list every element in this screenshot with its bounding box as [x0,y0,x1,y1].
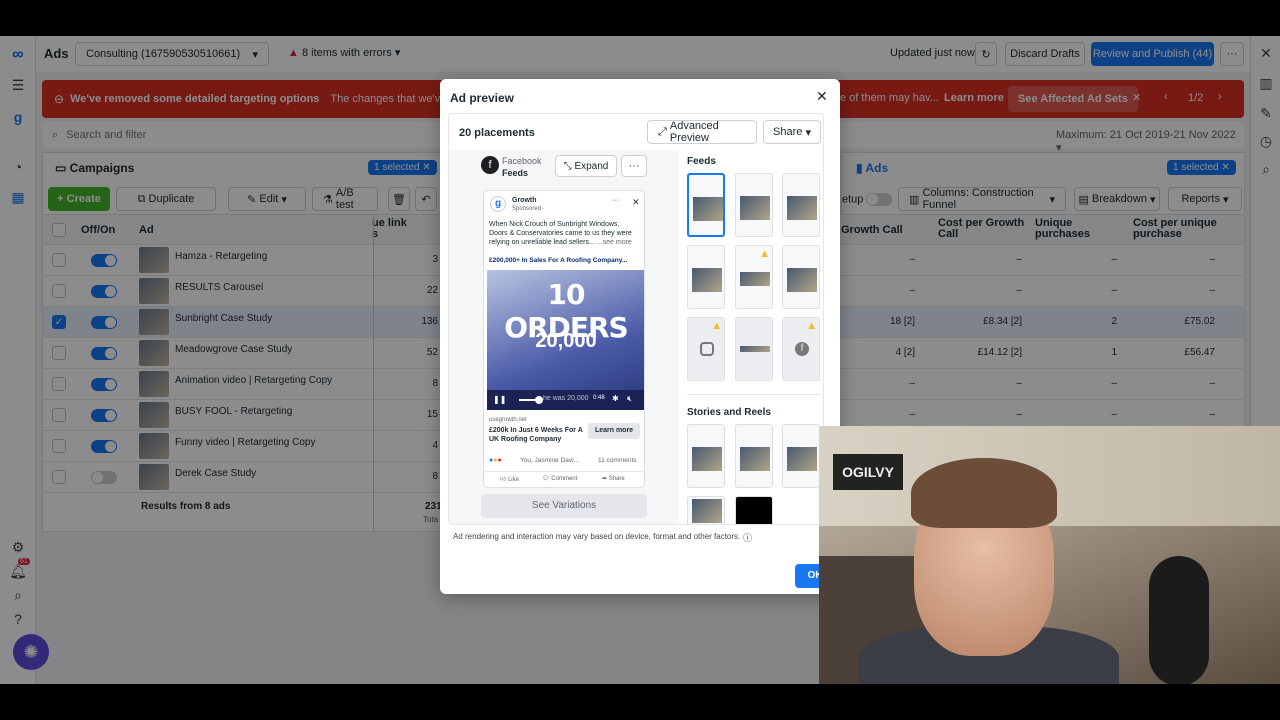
disclaimer-text: Ad rendering and interaction may vary ba… [453,532,741,541]
platform-label: Facebook [502,156,542,166]
modal-close-icon[interactable]: ✕ [816,88,828,105]
placement-thumb [692,268,722,292]
settings-gear-icon[interactable]: ✱ [612,394,619,403]
link-title: £200k In Just 6 Weeks For A UK Roofing C… [489,427,583,443]
facebook-icon: f [481,156,499,174]
expand-label: Expand [574,160,609,172]
reaction-icons: ●●● [489,457,502,464]
placement-tile-story[interactable] [735,424,773,488]
link-domain: usegrowth.net [489,417,527,423]
info-icon[interactable]: ⓘ [743,531,752,544]
person-hair [911,458,1057,528]
placement-thumb [692,499,722,523]
placement-tile[interactable] [735,317,773,381]
instagram-icon [700,342,714,356]
microphone [1149,556,1209,684]
placement-thumb [740,272,770,286]
video-controls: ❚❚ he was 20,000 0:48 ✱ 🔇︎ [487,390,644,410]
pause-icon[interactable]: ❚❚ [493,395,506,404]
placement-thumb [692,447,722,471]
learn-more-cta[interactable]: Learn more [588,423,640,439]
placement-tile[interactable] [782,173,820,237]
post-body: When Nick Crouch of Sunbright Windows, D… [489,220,639,247]
post-sponsored: Sponsored · [512,206,545,212]
placement-tile-instagram[interactable]: ▲ [687,317,725,381]
placement-tile[interactable] [687,245,725,309]
preview-container: 20 placements ⤢ Advanced Preview Share ▾… [448,113,824,525]
poster: OGILVY [833,454,903,490]
facebook-post: g Growth Sponsored · ··· ✕ When Nick Cro… [483,190,645,488]
phone-preview-area: f Facebook Feeds ⤡ Expand ··· g Growth S… [449,150,679,524]
page-avatar: g [490,196,506,212]
mute-icon[interactable]: 🔇︎ [627,394,632,404]
post-page-name: Growth [512,197,537,204]
warning-icon: ▲ [806,320,817,332]
webcam-overlay: OGILVY [819,426,1280,684]
placement-thumb [740,196,770,220]
placement-tile-facebook-feed[interactable] [687,173,725,237]
video-scrubber[interactable] [535,396,543,404]
post-divider [484,471,644,472]
placement-thumb [787,447,817,471]
placement-tile-story[interactable] [782,424,820,488]
post-headline-top: £200,000+ In Sales For A Roofing Company… [484,254,644,268]
post-more-icon[interactable]: ··· [612,197,619,204]
modal-title: Ad preview [450,91,515,105]
warning-icon: ▲ [711,320,722,332]
placement-thumb [787,268,817,292]
facebook-icon: f [795,342,809,356]
share-post-label: Share [608,476,625,482]
advanced-preview-label: Advanced Preview [669,120,719,144]
placement-thumb [787,196,817,220]
reactions-label: You, Jasmine Davi... [520,457,580,464]
advanced-preview-button[interactable]: ⤢ Advanced Preview [647,120,757,144]
video-caption: he was 20,000 [543,395,589,402]
expand-button[interactable]: ⤡ Expand [555,155,617,177]
post-see-more[interactable]: ...see more [597,239,632,246]
placements-grid: Feeds ▲ ▲ f ▲ Stories and Reels [681,150,823,524]
ad-preview-modal: Ad preview ✕ 20 placements ⤢ Advanced Pr… [440,79,840,594]
see-variations-button[interactable]: See Variations [481,494,647,518]
placement-tile[interactable]: ▲ [735,245,773,309]
placement-thumb [693,197,723,221]
comments-count[interactable]: 11 comments [598,457,637,464]
stories-section-title: Stories and Reels [687,407,771,418]
placement-tile-reel[interactable] [687,496,725,524]
placement-tile-facebook[interactable]: f ▲ [782,317,820,381]
share-post-button[interactable]: ➦ Share [602,475,625,482]
like-button[interactable]: 👍︎ Like [500,475,519,483]
preview-more-button[interactable]: ··· [621,155,647,177]
placement-label: Feeds [502,168,529,178]
feeds-section-title: Feeds [687,156,716,167]
comment-button[interactable]: 💬︎ Comment [542,475,577,482]
comment-label: Comment [551,476,578,482]
video-overlay-subtitle: 20,000 [535,330,597,352]
warning-icon: ▲ [759,248,770,260]
share-label: Share [773,126,803,138]
placement-tile[interactable] [782,245,820,309]
placement-tile[interactable] [735,173,773,237]
placements-count: 20 placements [459,127,535,139]
post-video[interactable]: 10 ORDERS 20,000 ❚❚ he was 20,000 0:48 ✱… [487,270,644,410]
placement-thumb [740,447,770,471]
share-button[interactable]: Share ▾ [763,120,821,144]
post-close-icon[interactable]: ✕ [632,197,640,208]
placement-tile-story[interactable] [687,424,725,488]
placement-tile-reel[interactable] [735,496,773,524]
like-label: Like [507,477,519,483]
section-divider [687,394,821,395]
placement-thumb [740,346,770,352]
video-time: 0:48 [593,395,605,401]
